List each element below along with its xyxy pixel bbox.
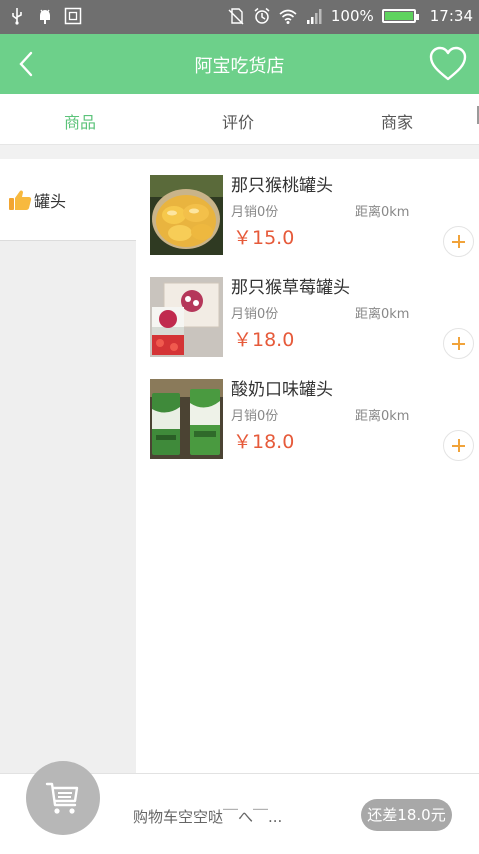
product-distance: 距离0km	[355, 205, 410, 220]
product-distance: 距离0km	[355, 307, 410, 322]
category-label: 罐头	[34, 191, 67, 211]
heart-outline-icon[interactable]	[429, 46, 467, 82]
min-order-remaining-badge[interactable]: 还差18.0元	[361, 799, 452, 831]
thumbs-up-icon	[9, 190, 32, 210]
product-item[interactable]: 那只猴桃罐头 月销0份 距离0km ￥15.0	[137, 159, 479, 261]
shopping-cart-icon	[45, 782, 79, 814]
category-item-canned[interactable]: 罐头	[0, 159, 136, 241]
battery-percent: 100%	[330, 7, 374, 25]
product-price: ￥18.0	[233, 431, 295, 453]
cart-button[interactable]	[26, 761, 100, 835]
cart-empty-text: 购物车空空哒￣へ￣...	[133, 808, 283, 826]
product-list: 那只猴桃罐头 月销0份 距离0km ￥15.0 那只猴草莓罐头 月销0份 距离0…	[137, 159, 479, 773]
product-name: 那只猴桃罐头	[231, 176, 333, 196]
screenshot-icon	[64, 7, 82, 25]
product-image-strawberry	[150, 277, 223, 357]
product-image-peach	[150, 175, 223, 255]
status-time: 17:34	[429, 7, 473, 25]
usb-icon	[12, 8, 22, 25]
battery-icon	[381, 9, 419, 23]
section-divider	[0, 145, 479, 159]
product-distance: 距离0km	[355, 409, 410, 424]
header-bar: 阿宝吃货店	[0, 34, 479, 94]
product-sales: 月销0份	[231, 307, 279, 322]
signal-icon	[306, 9, 322, 24]
android-debug-icon	[40, 9, 50, 24]
tab-bar: 商品 评价 商家	[0, 94, 479, 145]
product-item[interactable]: 酸奶口味罐头 月销0份 距离0km ￥18.0	[137, 363, 479, 465]
product-image-yogurt	[150, 379, 223, 459]
product-item[interactable]: 那只猴草莓罐头 月销0份 距离0km ￥18.0	[137, 261, 479, 363]
tab-reviews[interactable]: 评价	[222, 109, 254, 133]
cart-bar: 购物车空空哒￣へ￣... 还差18.0元	[0, 761, 479, 854]
alarm-icon	[254, 7, 270, 24]
product-name: 酸奶口味罐头	[231, 380, 333, 400]
product-price: ￥15.0	[233, 227, 295, 249]
status-bar: 100% 17:34	[0, 0, 479, 34]
no-sim-icon	[228, 8, 244, 25]
add-to-cart-button[interactable]	[443, 328, 474, 359]
add-to-cart-button[interactable]	[443, 430, 474, 461]
category-sidebar: 罐头	[0, 159, 136, 773]
product-sales: 月销0份	[231, 205, 279, 220]
tab-products[interactable]: 商品	[64, 109, 96, 133]
tab-merchant[interactable]: 商家	[381, 109, 413, 133]
product-name: 那只猴草莓罐头	[231, 278, 350, 298]
add-to-cart-button[interactable]	[443, 226, 474, 257]
page-title: 阿宝吃货店	[194, 56, 285, 77]
product-price: ￥18.0	[233, 329, 295, 351]
product-sales: 月销0份	[231, 409, 279, 424]
wifi-icon	[279, 9, 297, 24]
